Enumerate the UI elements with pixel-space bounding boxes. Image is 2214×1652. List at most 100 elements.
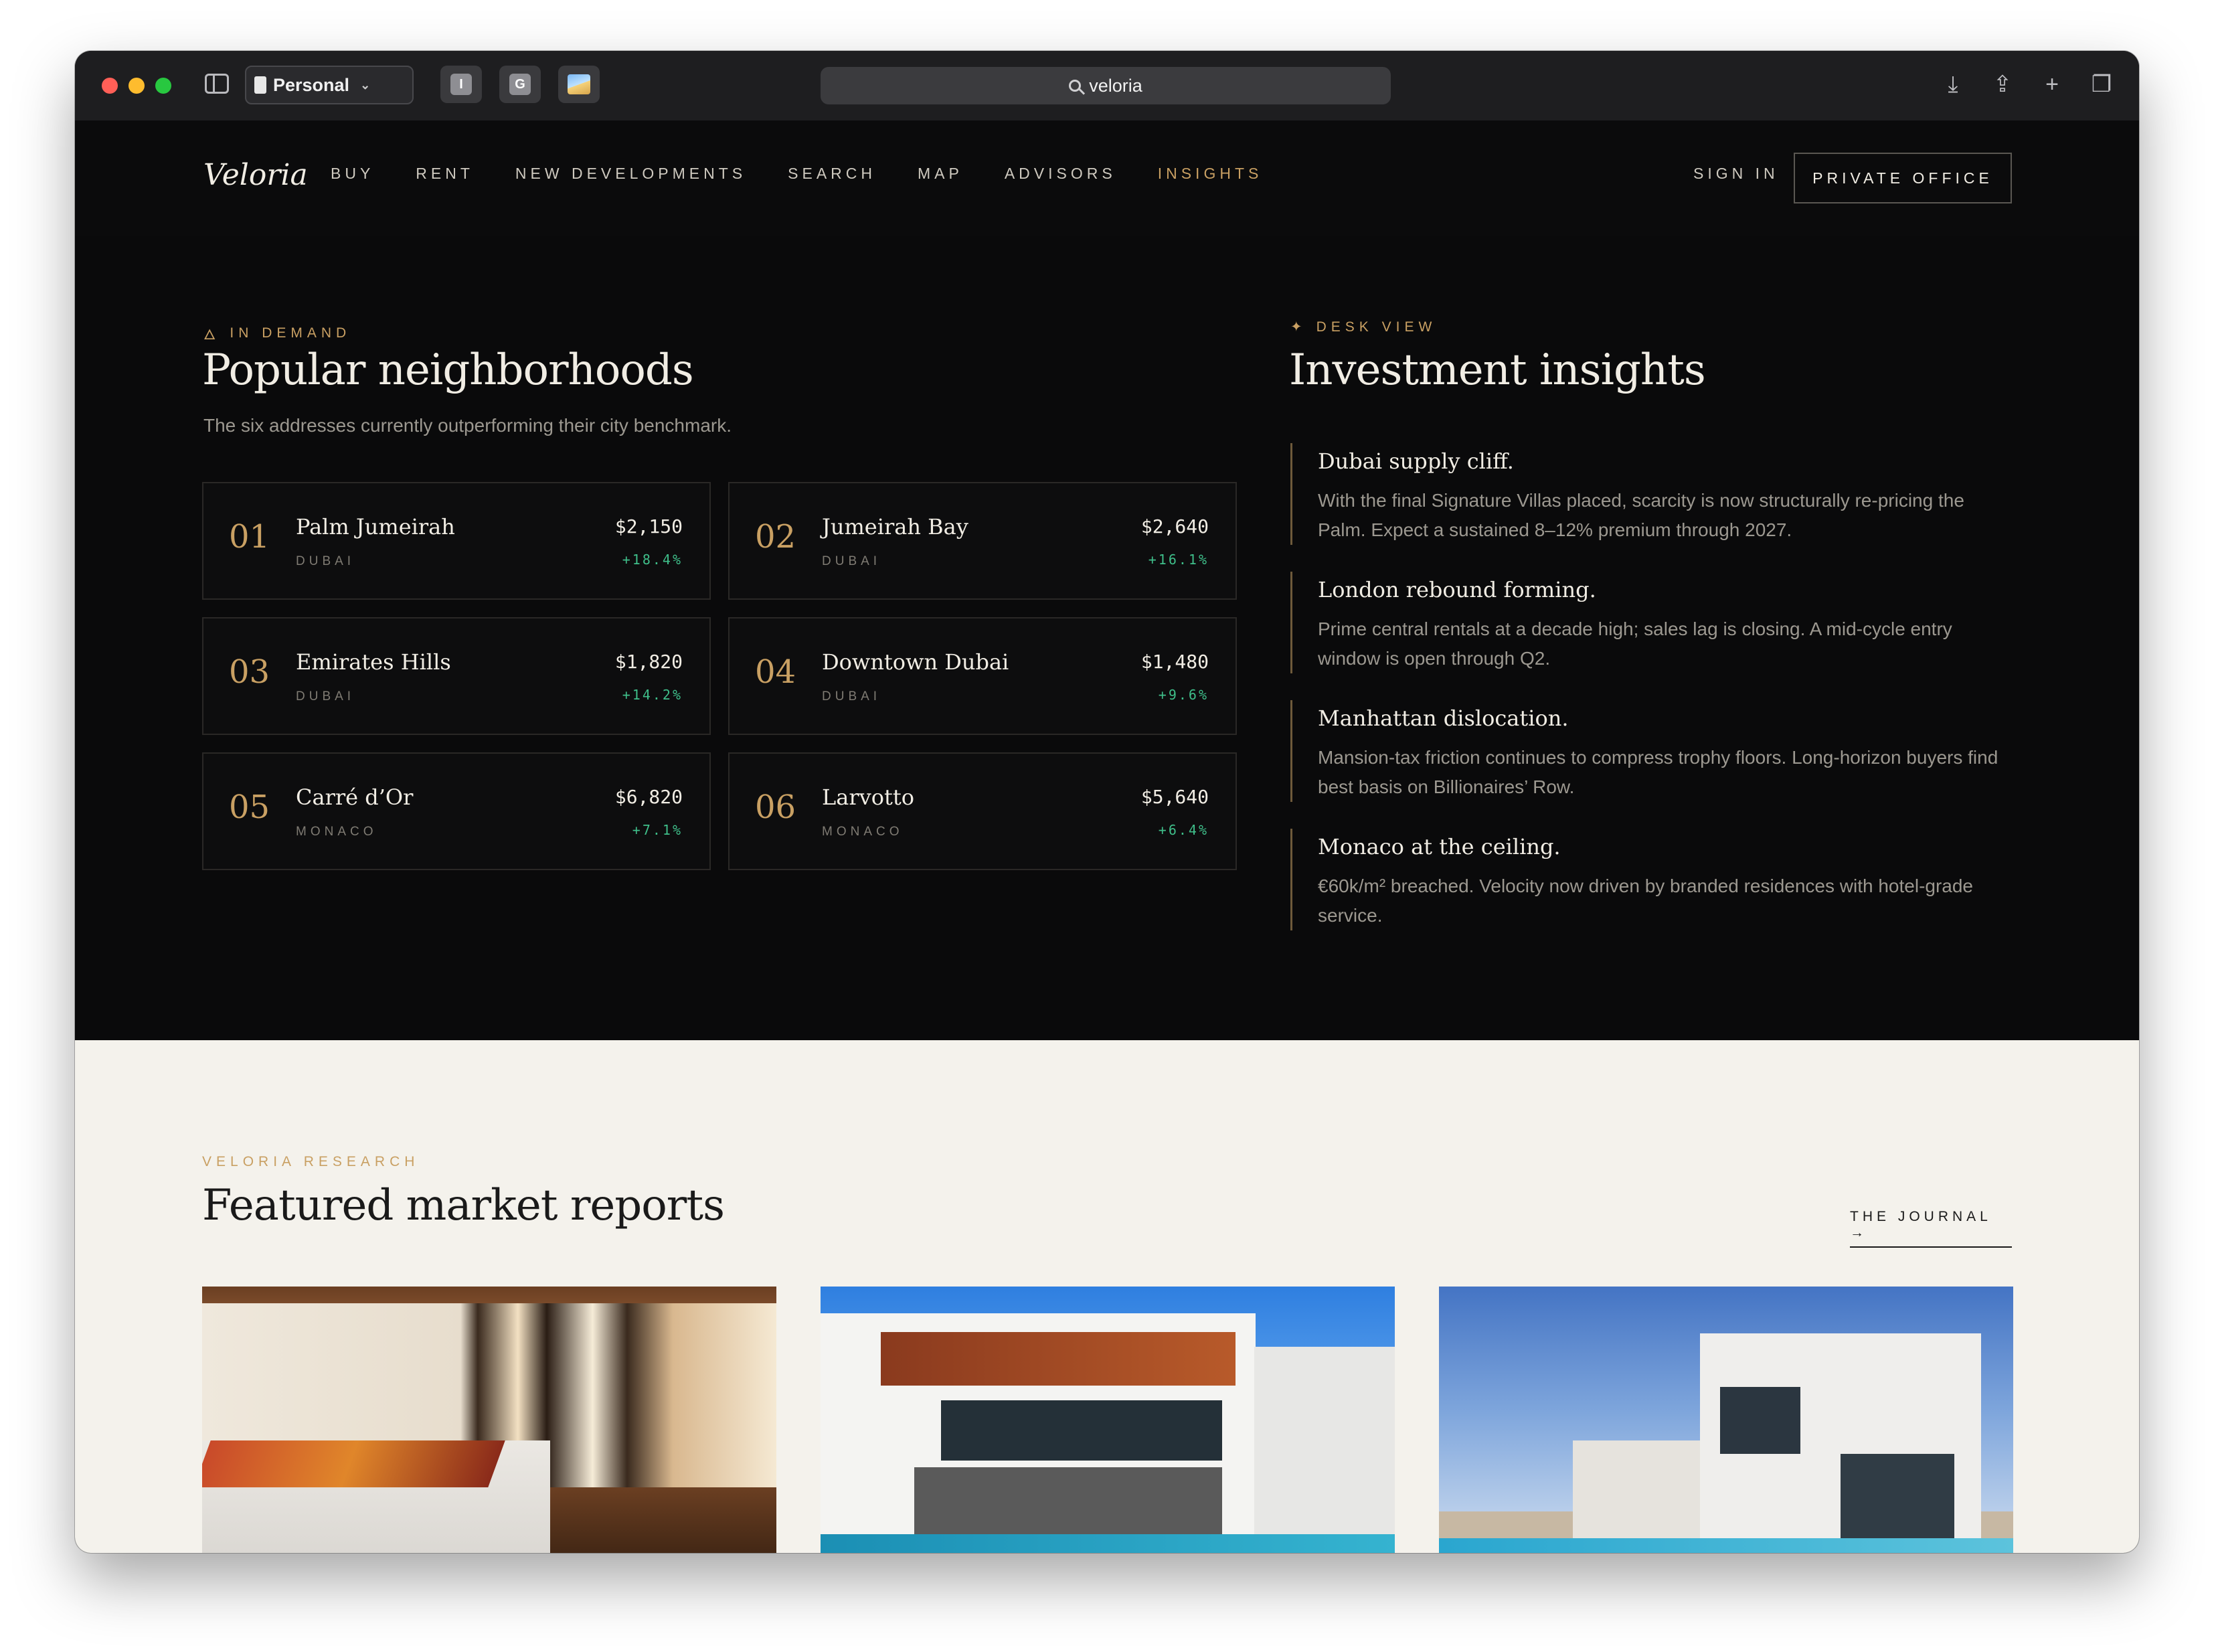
card-city: DUBAI (296, 554, 355, 568)
card-price: $5,640 (1140, 786, 1209, 808)
site-header: Veloria BUY RENT NEW DEVELOPMENTS SEARCH… (75, 120, 2139, 237)
neighborhoods-eyebrow: 🜂 IN DEMAND (203, 319, 351, 347)
sign-in-link[interactable]: SIGN IN (1693, 165, 1779, 183)
nav-rent[interactable]: RENT (416, 165, 474, 183)
browser-window: Personal ⌄ ‹ I G veloria ⤓ ⇪ + ❐ Veloria… (75, 51, 2139, 1553)
card-number: 06 (755, 789, 796, 826)
nav-buy[interactable]: BUY (331, 165, 374, 183)
neighborhoods-title: Popular neighborhoods (202, 345, 694, 395)
profile-label: Personal (273, 74, 350, 95)
share-icon[interactable]: ⇪ (1989, 71, 2016, 98)
nav-insights[interactable]: INSIGHTS (1158, 165, 1263, 183)
minimize-window-button[interactable] (129, 78, 145, 94)
insight-body: €60k/m² breached. Velocity now driven by… (1318, 876, 1974, 926)
insight-item: Dubai supply cliff. With the final Signa… (1290, 443, 2013, 545)
insights-eyebrow: ✦ DESK VIEW (1290, 319, 1436, 335)
card-change: +6.4% (1158, 822, 1209, 838)
pinned-tab-1[interactable]: I (440, 66, 482, 103)
journal-link[interactable]: THE JOURNAL → (1850, 1209, 2012, 1248)
card-number: 03 (229, 653, 270, 691)
image-detail (202, 1440, 505, 1487)
neighborhood-card[interactable]: 02 Jumeirah Bay DUBAI $2,640 +16.1% (728, 482, 1237, 600)
report-image-villa[interactable] (821, 1287, 1395, 1553)
insight-title: London rebound forming. (1318, 577, 1596, 602)
insight-body: Prime central rentals at a decade high; … (1318, 618, 1952, 669)
neighborhood-card[interactable]: 05 Carré d’Or MONACO $6,820 +7.1% (202, 752, 711, 870)
report-image-modern-house[interactable] (1439, 1287, 2013, 1553)
card-number: 04 (755, 653, 796, 691)
flame-icon: 🜂 (203, 327, 221, 343)
card-name: Palm Jumeirah (296, 514, 455, 540)
card-price: $2,640 (1140, 515, 1209, 538)
insight-item: London rebound forming. Prime central re… (1290, 572, 2013, 673)
image-detail (914, 1467, 1222, 1541)
report-image-bedroom[interactable] (202, 1287, 776, 1553)
insight-title: Monaco at the ceiling. (1318, 834, 1561, 859)
image-detail (821, 1534, 1395, 1553)
card-name: Carré d’Or (296, 784, 414, 810)
image-detail (941, 1400, 1222, 1461)
sidebar-toggle-icon[interactable] (205, 74, 229, 94)
sparkle-icon: ✦ (1290, 319, 1307, 335)
card-city: DUBAI (822, 689, 881, 704)
card-number: 02 (755, 518, 796, 556)
card-price: $1,480 (1140, 651, 1209, 673)
card-name: Emirates Hills (296, 649, 451, 675)
main-nav: BUY RENT NEW DEVELOPMENTS SEARCH MAP ADV… (331, 165, 1304, 183)
address-bar[interactable]: veloria (821, 67, 1391, 104)
nav-map[interactable]: MAP (918, 165, 963, 183)
pinned-tab-2[interactable]: G (499, 66, 541, 103)
browser-toolbar: Personal ⌄ ‹ I G veloria ⤓ ⇪ + ❐ (75, 51, 2139, 122)
close-window-button[interactable] (102, 78, 118, 94)
neighborhood-card[interactable]: 04 Downtown Dubai DUBAI $1,480 +9.6% (728, 617, 1237, 735)
card-number: 01 (229, 518, 270, 556)
card-price: $2,150 (614, 515, 683, 538)
address-text: veloria (1089, 75, 1142, 96)
neighborhood-card[interactable]: 03 Emirates Hills DUBAI $1,820 +14.2% (202, 617, 711, 735)
insight-title: Manhattan dislocation. (1318, 706, 1569, 731)
image-detail (1254, 1347, 1395, 1553)
pinned-tab-3[interactable] (558, 66, 600, 103)
neighborhoods-subtitle: The six addresses currently outperformin… (203, 415, 732, 436)
nav-advisors[interactable]: ADVISORS (1005, 165, 1116, 183)
private-office-button[interactable]: PRIVATE OFFICE (1794, 153, 2012, 203)
image-detail (1720, 1387, 1800, 1454)
tab-favicon: G (509, 74, 531, 95)
card-city: DUBAI (822, 554, 881, 568)
profile-button[interactable]: Personal ⌄ (245, 66, 414, 104)
card-name: Larvotto (822, 784, 914, 810)
nav-search[interactable]: SEARCH (788, 165, 876, 183)
card-number: 05 (229, 789, 270, 826)
reports-eyebrow: VELORIA RESEARCH (202, 1154, 420, 1169)
neighborhood-card[interactable]: 01 Palm Jumeirah DUBAI $2,150 +18.4% (202, 482, 711, 600)
image-detail (881, 1332, 1236, 1386)
site-logo[interactable]: Veloria (203, 158, 308, 192)
card-name: Jumeirah Bay (822, 514, 968, 540)
nav-new-developments[interactable]: NEW DEVELOPMENTS (515, 165, 746, 183)
neighborhood-card[interactable]: 06 Larvotto MONACO $5,640 +6.4% (728, 752, 1237, 870)
card-city: MONACO (296, 825, 377, 839)
insights-section: 🜂 IN DEMAND Popular neighborhoods The si… (75, 236, 2139, 1040)
image-tab-icon (568, 74, 590, 94)
tab-overview-icon[interactable]: ❐ (2088, 71, 2115, 98)
card-price: $1,820 (614, 651, 683, 673)
chevron-down-icon: ⌄ (360, 78, 371, 92)
card-city: MONACO (822, 825, 904, 839)
card-city: DUBAI (296, 689, 355, 704)
new-tab-icon[interactable]: + (2039, 71, 2065, 98)
card-change: +14.2% (622, 687, 683, 703)
insight-body: With the final Signature Villas placed, … (1318, 490, 1964, 540)
zoom-window-button[interactable] (155, 78, 171, 94)
tab-favicon: I (450, 74, 472, 95)
card-change: +7.1% (632, 822, 683, 838)
card-change: +16.1% (1148, 552, 1209, 568)
reports-section: VELORIA RESEARCH Featured market reports… (75, 1040, 2139, 1553)
eyebrow-label: IN DEMAND (230, 325, 351, 341)
insight-title: Dubai supply cliff. (1318, 448, 1514, 474)
download-icon[interactable]: ⤓ (1940, 71, 1966, 98)
image-detail (1439, 1538, 2013, 1553)
card-name: Downtown Dubai (822, 649, 1009, 675)
card-change: +9.6% (1158, 687, 1209, 703)
insight-item: Manhattan dislocation. Mansion-tax frict… (1290, 700, 2013, 802)
eyebrow-label: DESK VIEW (1316, 319, 1437, 335)
